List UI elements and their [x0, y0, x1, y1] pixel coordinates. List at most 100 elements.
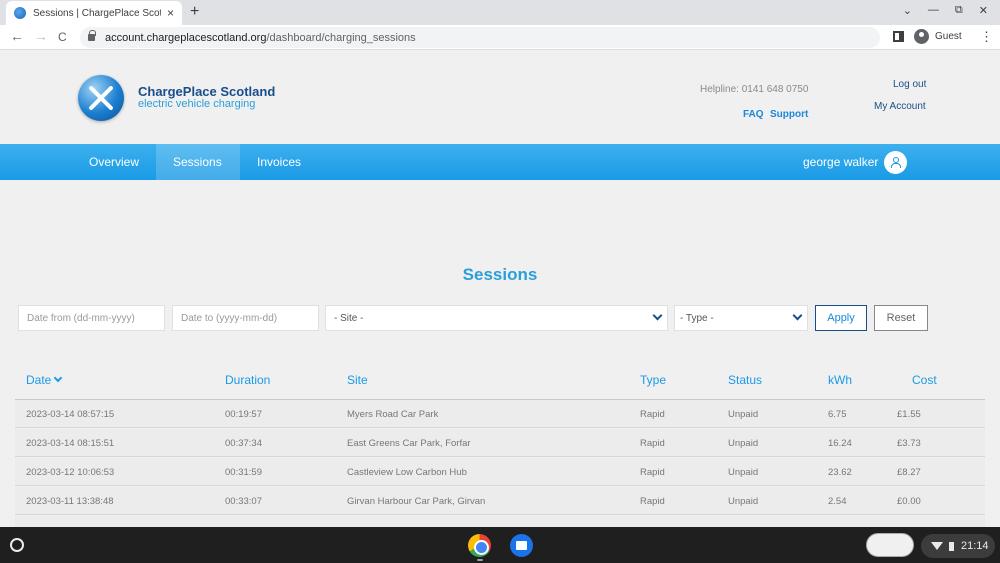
nav-invoices[interactable]: Invoices [240, 144, 318, 180]
cell-duration: 00:31:59 [225, 467, 262, 478]
close-window-icon[interactable]: ✕ [979, 4, 988, 17]
cell-status: Unpaid [728, 496, 759, 507]
files-app-icon[interactable] [510, 534, 533, 557]
cell-site: East Greens Car Park, Forfar [347, 438, 471, 449]
cell-type: Rapid [640, 438, 665, 449]
reset-button[interactable]: Reset [874, 305, 928, 331]
url-path: /dashboard/charging_sessions [266, 31, 416, 44]
my-account-link[interactable]: My Account [874, 101, 926, 112]
table-row[interactable]: 2023-03-14 08:15:51 00:37:34 East Greens… [15, 429, 985, 457]
chrome-app-icon[interactable] [468, 534, 491, 557]
cell-kwh: 6.75 [828, 409, 847, 420]
brand-tagline: electric vehicle charging [138, 98, 256, 110]
cell-cost: £0.00 [897, 496, 921, 507]
browser-tab-strip: Sessions | ChargePlace Scotland × + ⌄ — … [0, 0, 1000, 25]
cell-date: 2023-03-14 08:57:15 [26, 409, 115, 420]
table-row[interactable]: 2023-03-11 13:38:48 00:33:07 Girvan Harb… [15, 487, 985, 515]
type-select-value: - Type - [680, 312, 714, 324]
helpline-text: Helpline: 0141 648 0750 [700, 84, 809, 95]
browser-menu-icon[interactable]: ⋮ [980, 29, 993, 45]
address-bar[interactable]: account.chargeplacescotland.org/dashboar… [80, 27, 880, 48]
column-header-site[interactable]: Site [347, 373, 368, 387]
app-running-indicator [477, 559, 483, 561]
clock: 21:14 [961, 540, 989, 552]
new-tab-button[interactable]: + [190, 3, 199, 21]
tray-thumbnail[interactable] [866, 533, 914, 557]
nav-overview[interactable]: Overview [72, 144, 156, 180]
browser-toolbar: ← → C account.chargeplacescotland.org/da… [0, 25, 1000, 50]
system-status-area[interactable]: 21:14 [921, 534, 995, 558]
back-icon[interactable]: ← [10, 28, 24, 44]
logout-link[interactable]: Log out [893, 79, 926, 90]
cell-date: 2023-03-11 13:38:48 [26, 496, 114, 507]
launcher-icon[interactable] [10, 538, 24, 552]
site-select-value: - Site - [334, 312, 364, 324]
cell-site: Castleview Low Carbon Hub [347, 467, 467, 478]
table-row[interactable]: 2023-03-14 08:57:15 00:19:57 Myers Road … [15, 400, 985, 428]
column-header-status[interactable]: Status [728, 373, 762, 387]
restore-icon[interactable]: ⧉ [955, 4, 963, 17]
browser-tab[interactable]: Sessions | ChargePlace Scotland × [6, 1, 182, 25]
os-taskbar [0, 527, 1000, 563]
type-select[interactable]: - Type - [674, 305, 808, 331]
cell-cost: £3.73 [897, 438, 921, 449]
sort-desc-icon[interactable] [54, 373, 63, 383]
window-controls: ⌄ — ⧉ ✕ [903, 4, 988, 17]
column-header-type[interactable]: Type [640, 373, 666, 387]
url-host: account.chargeplacescotland.org [105, 31, 267, 44]
profile-button[interactable]: Guest [914, 29, 962, 44]
cell-cost: £1.55 [897, 409, 921, 420]
table-header: Date Duration Site Type Status kWh Cost [0, 373, 1000, 399]
cell-cost: £8.27 [897, 467, 921, 478]
side-panel-icon[interactable] [893, 31, 904, 42]
date-to-field[interactable]: Date to (yyyy-mm-dd) [172, 305, 319, 331]
minimize-icon[interactable]: — [928, 4, 939, 17]
profile-avatar-icon [914, 29, 929, 44]
chevron-down-icon [652, 310, 663, 321]
faq-link[interactable]: FAQ [743, 109, 764, 120]
table-row[interactable]: 2023-03-12 10:06:53 00:31:59 Castleview … [15, 458, 985, 486]
cell-date: 2023-03-12 10:06:53 [26, 467, 115, 478]
nav-sessions[interactable]: Sessions [156, 144, 240, 180]
apply-button[interactable]: Apply [815, 305, 867, 331]
cell-site: Myers Road Car Park [347, 409, 439, 420]
main-navbar: Overview Sessions Invoices george walker [0, 144, 1000, 180]
site-select[interactable]: - Site - [325, 305, 668, 331]
tab-close-icon[interactable]: × [167, 6, 174, 20]
user-name[interactable]: george walker [803, 155, 878, 169]
tab-search-icon[interactable]: ⌄ [903, 4, 912, 17]
cell-type: Rapid [640, 467, 665, 478]
cell-status: Unpaid [728, 409, 759, 420]
cell-kwh: 16.24 [828, 438, 852, 449]
cell-date: 2023-03-14 08:15:51 [26, 438, 115, 449]
site-favicon-icon [14, 7, 26, 19]
wifi-icon [931, 542, 943, 550]
user-avatar-icon[interactable] [884, 151, 907, 174]
column-header-duration[interactable]: Duration [225, 373, 270, 387]
profile-label: Guest [935, 31, 962, 42]
site-header: ChargePlace Scotland electric vehicle ch… [0, 51, 1000, 144]
cell-duration: 00:19:57 [225, 409, 262, 420]
cell-kwh: 23.62 [828, 467, 852, 478]
support-link[interactable]: Support [770, 109, 808, 120]
date-from-field[interactable]: Date from (dd-mm-yyyy) [18, 305, 165, 331]
cell-duration: 00:37:34 [225, 438, 262, 449]
cell-duration: 00:33:07 [225, 496, 262, 507]
brand-name[interactable]: ChargePlace Scotland [138, 84, 275, 99]
chargeplace-logo-icon[interactable] [78, 75, 124, 121]
cell-status: Unpaid [728, 438, 759, 449]
column-header-date[interactable]: Date [26, 373, 63, 387]
column-header-kwh[interactable]: kWh [828, 373, 852, 387]
cell-site: Girvan Harbour Car Park, Girvan [347, 496, 486, 507]
cell-kwh: 2.54 [828, 496, 847, 507]
column-header-cost[interactable]: Cost [912, 373, 937, 387]
cell-type: Rapid [640, 496, 665, 507]
lock-icon [88, 30, 96, 41]
tab-title: Sessions | ChargePlace Scotland [33, 7, 161, 19]
reload-icon[interactable]: C [58, 30, 67, 44]
table-row-partial [15, 516, 985, 527]
battery-icon [949, 541, 954, 551]
chevron-down-icon [792, 310, 803, 321]
page-title: Sessions [462, 265, 538, 284]
forward-icon[interactable]: → [34, 28, 48, 44]
